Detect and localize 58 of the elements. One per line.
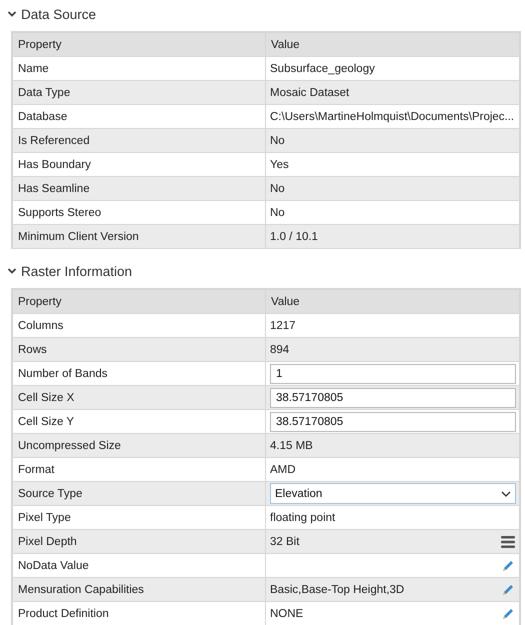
pencil-icon [501, 558, 515, 572]
chevron-down-icon[interactable] [7, 266, 17, 276]
value-input[interactable]: 38.57170805 [270, 388, 516, 408]
table-cell: Number of Bands [13, 362, 266, 385]
table-cell: Uncompressed Size [13, 434, 266, 457]
table-cell-text: 1.0 / 10.1 [270, 230, 319, 242]
column-header: Value [270, 294, 301, 310]
table-cell: Pixel Type [13, 506, 266, 529]
table-cell: Mensuration Capabilities [13, 578, 266, 601]
table-cell: Name [13, 57, 266, 80]
source-type-dropdown[interactable]: Elevation [270, 483, 516, 504]
table-cell: Product Definition [13, 602, 266, 625]
table-cell-text: No [270, 206, 286, 218]
column-header: Property [13, 290, 266, 313]
table-cell: Supports Stereo [13, 201, 266, 224]
chevron-down-icon[interactable] [7, 9, 17, 19]
table-cell-text: 4.15 MB [270, 440, 314, 452]
column-header: Property [13, 33, 266, 56]
table-cell: Is Referenced [13, 129, 266, 152]
table-cell: Columns [13, 314, 266, 337]
table-cell-text: Subsurface_geology [270, 62, 376, 74]
edit-button[interactable] [501, 582, 515, 596]
pencil-icon [501, 582, 515, 596]
table-cell: Format [13, 458, 266, 481]
table-cell: Database [13, 105, 266, 128]
table-cell-text: 32 Bit [270, 536, 300, 548]
chevron-down-icon [501, 490, 511, 496]
table-cell-text: 894 [270, 344, 290, 356]
table-cell-text: Mosaic Dataset [270, 86, 350, 98]
table-cell-text: 1217 [270, 320, 297, 332]
pencil-icon [501, 606, 515, 620]
table-cell: Cell Size Y [13, 410, 266, 433]
table-cell: Minimum Client Version [13, 225, 266, 248]
table-cell-text: Yes [270, 158, 290, 170]
table-cell-text: floating point [270, 512, 336, 524]
table-cell: Cell Size X [13, 386, 266, 409]
table-cell: NoData Value [13, 554, 266, 577]
table-cell: Rows [13, 338, 266, 361]
table-cell: Has Boundary [13, 153, 266, 176]
table-cell: Pixel Depth [13, 530, 266, 553]
value-input[interactable]: 1 [270, 364, 516, 384]
table-cell-text: C:\Users\MartineHolmquist\Documents\Projec... [270, 110, 516, 122]
edit-button[interactable] [501, 606, 515, 620]
edit-button[interactable] [501, 558, 515, 572]
table-cell-text: NONE [270, 608, 304, 620]
table-cell-text: AMD [270, 464, 297, 476]
menu-button[interactable] [501, 536, 515, 548]
table-cell: Data Type [13, 81, 266, 104]
table-cell-text: No [270, 182, 286, 194]
table-cell-text: Basic,Base-Top Height,3D [270, 584, 406, 596]
column-header: Value [270, 38, 301, 52]
table-cell: Has Seamline [13, 177, 266, 200]
menu-icon [501, 536, 515, 548]
table-cell-text: No [270, 134, 286, 146]
section-title[interactable]: Data Source [21, 6, 96, 22]
table-cell: Source Type [13, 482, 266, 505]
value-input[interactable]: 38.57170805 [270, 412, 516, 432]
section-title[interactable]: Raster Information [21, 264, 132, 278]
